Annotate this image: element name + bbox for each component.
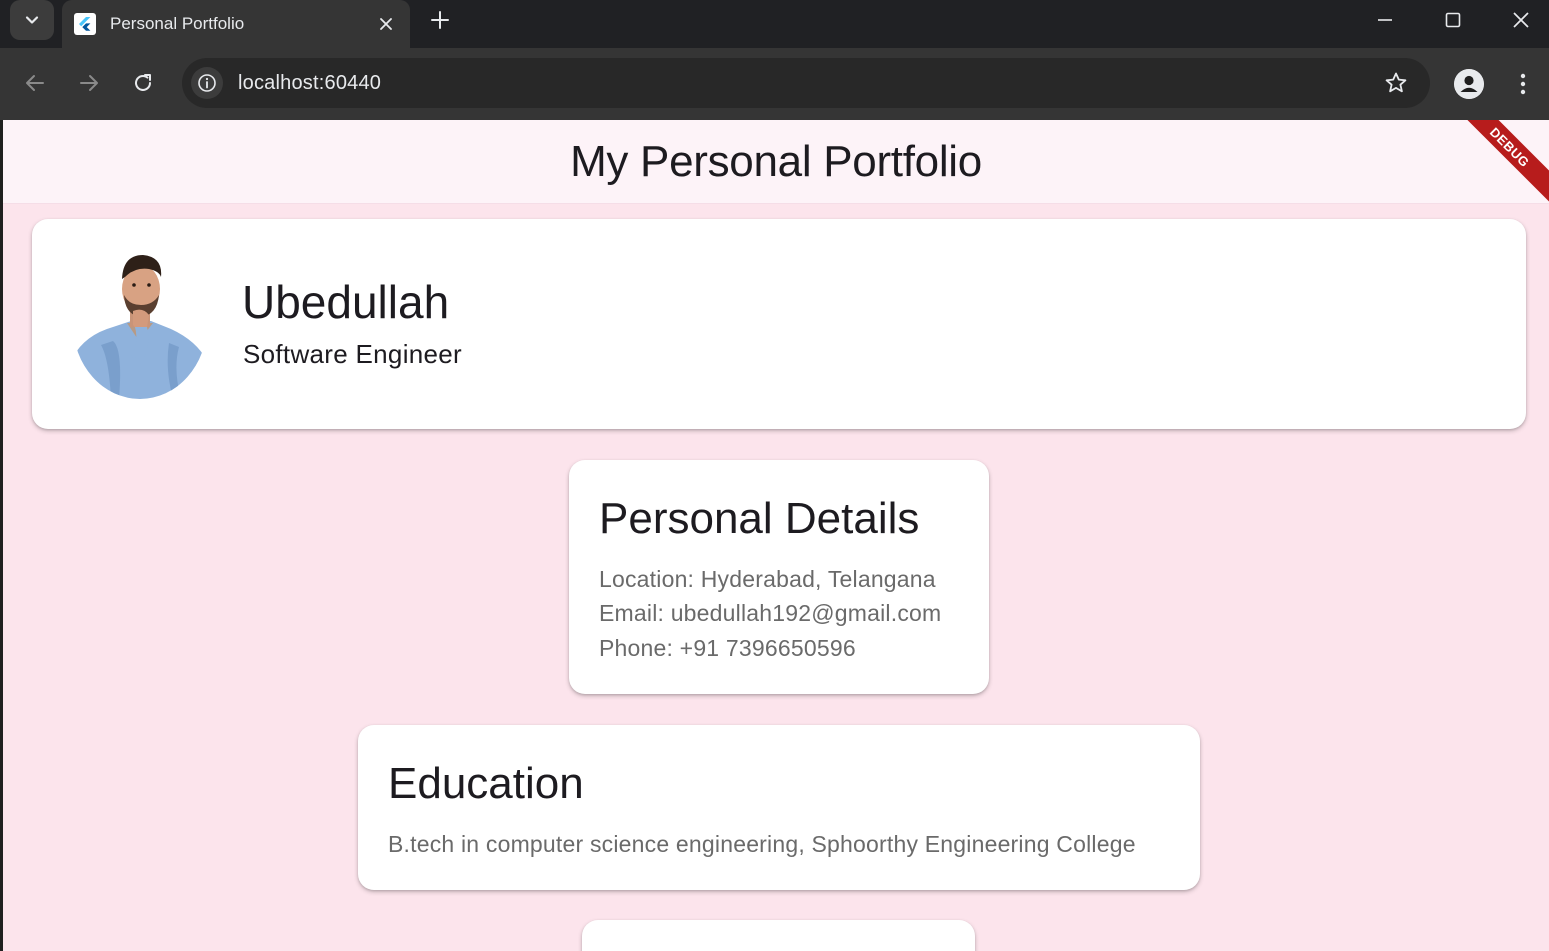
profile-name: Ubedullah <box>242 276 450 328</box>
phone-text: Phone: +91 7396650596 <box>599 635 856 661</box>
person-photo-icon <box>73 249 207 399</box>
location-text: Location: Hyderabad, Telangana <box>599 566 936 592</box>
profile-avatar-icon[interactable] <box>1454 69 1484 99</box>
personal-details-card: Personal Details Location: Hyderabad, Te… <box>569 460 989 694</box>
app-bar: My Personal Portfolio <box>3 120 1549 204</box>
close-window-icon[interactable] <box>1487 0 1549 40</box>
site-info-icon[interactable] <box>191 67 223 99</box>
browser-tab-active[interactable]: Personal Portfolio <box>62 0 410 48</box>
reload-icon[interactable] <box>125 65 161 101</box>
new-tab-plus-icon[interactable] <box>426 6 454 34</box>
flutter-favicon-icon <box>74 13 96 35</box>
education-card: Education B.tech in computer science eng… <box>358 725 1200 890</box>
browser-menu-icon[interactable] <box>1510 66 1536 102</box>
profile-card: Ubedullah Software Engineer <box>32 219 1526 429</box>
education-heading: Education <box>388 759 584 808</box>
avatar <box>73 249 207 399</box>
personal-details-heading: Personal Details <box>599 494 920 543</box>
maximize-window-icon[interactable] <box>1419 0 1487 40</box>
address-bar[interactable]: localhost:60440 <box>182 58 1430 108</box>
chevron-down-icon <box>25 16 39 24</box>
tab-close-icon[interactable] <box>374 12 398 36</box>
tab-search-button[interactable] <box>10 0 54 40</box>
education-text: B.tech in computer science engineering, … <box>388 831 1136 857</box>
tab-title: Personal Portfolio <box>110 14 245 33</box>
tab-strip: Personal Portfolio <box>0 0 1549 48</box>
url-text[interactable]: localhost:60440 <box>238 72 1378 95</box>
back-arrow-icon[interactable] <box>17 65 53 101</box>
app-viewport: My Personal Portfolio DEBUG Ubedullah So… <box>3 120 1549 951</box>
forward-arrow-icon[interactable] <box>71 65 107 101</box>
browser-toolbar: localhost:60440 <box>0 48 1549 120</box>
page-title: My Personal Portfolio <box>570 136 982 186</box>
bookmark-star-icon[interactable] <box>1378 65 1414 101</box>
email-text: Email: ubedullah192@gmail.com <box>599 600 942 626</box>
next-section-card <box>582 920 975 951</box>
minimize-window-icon[interactable] <box>1351 0 1419 40</box>
profile-role: Software Engineer <box>243 339 463 369</box>
